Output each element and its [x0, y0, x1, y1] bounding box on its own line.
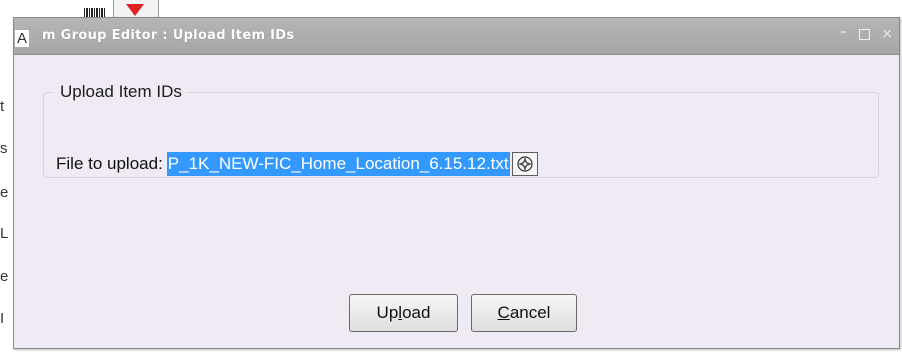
upload-button[interactable]: Upload — [349, 294, 458, 332]
dialog-title: m Group Editor : Upload Item IDs — [42, 28, 295, 43]
group-legend: Upload Item IDs — [60, 82, 182, 101]
browse-icon — [517, 156, 533, 172]
cancel-button-label: Cancel — [497, 303, 551, 322]
background-label: A — [15, 30, 30, 47]
upload-item-ids-group: Upload Item IDs File to upload: P_1K_NEW… — [43, 82, 879, 178]
barcode-icon — [84, 8, 106, 17]
close-icon[interactable]: × — [881, 26, 893, 42]
background-text: L — [0, 225, 9, 242]
file-path-field[interactable]: P_1K_NEW-FIC_Home_Location_6.15.12.txt — [166, 152, 510, 176]
upload-button-label: Upload — [376, 303, 431, 322]
background-text: I — [0, 310, 5, 327]
background-text: e — [0, 184, 9, 201]
minimize-icon[interactable]: – — [840, 24, 847, 40]
browse-button[interactable] — [511, 152, 538, 176]
red-arrow-icon — [126, 4, 144, 16]
upload-item-ids-dialog: m Group Editor : Upload Item IDs – □ × U… — [13, 17, 900, 349]
background-text: s — [0, 140, 8, 157]
file-to-upload-label: File to upload: — [56, 154, 163, 173]
maximize-icon[interactable]: □ — [858, 26, 871, 42]
cancel-button[interactable]: Cancel — [471, 294, 577, 332]
background-text: t — [0, 98, 5, 115]
dialog-titlebar[interactable]: m Group Editor : Upload Item IDs – □ × — [14, 18, 899, 55]
background-text: e — [0, 268, 9, 285]
file-to-upload-row: File to upload: P_1K_NEW-FIC_Home_Locati… — [56, 151, 538, 177]
